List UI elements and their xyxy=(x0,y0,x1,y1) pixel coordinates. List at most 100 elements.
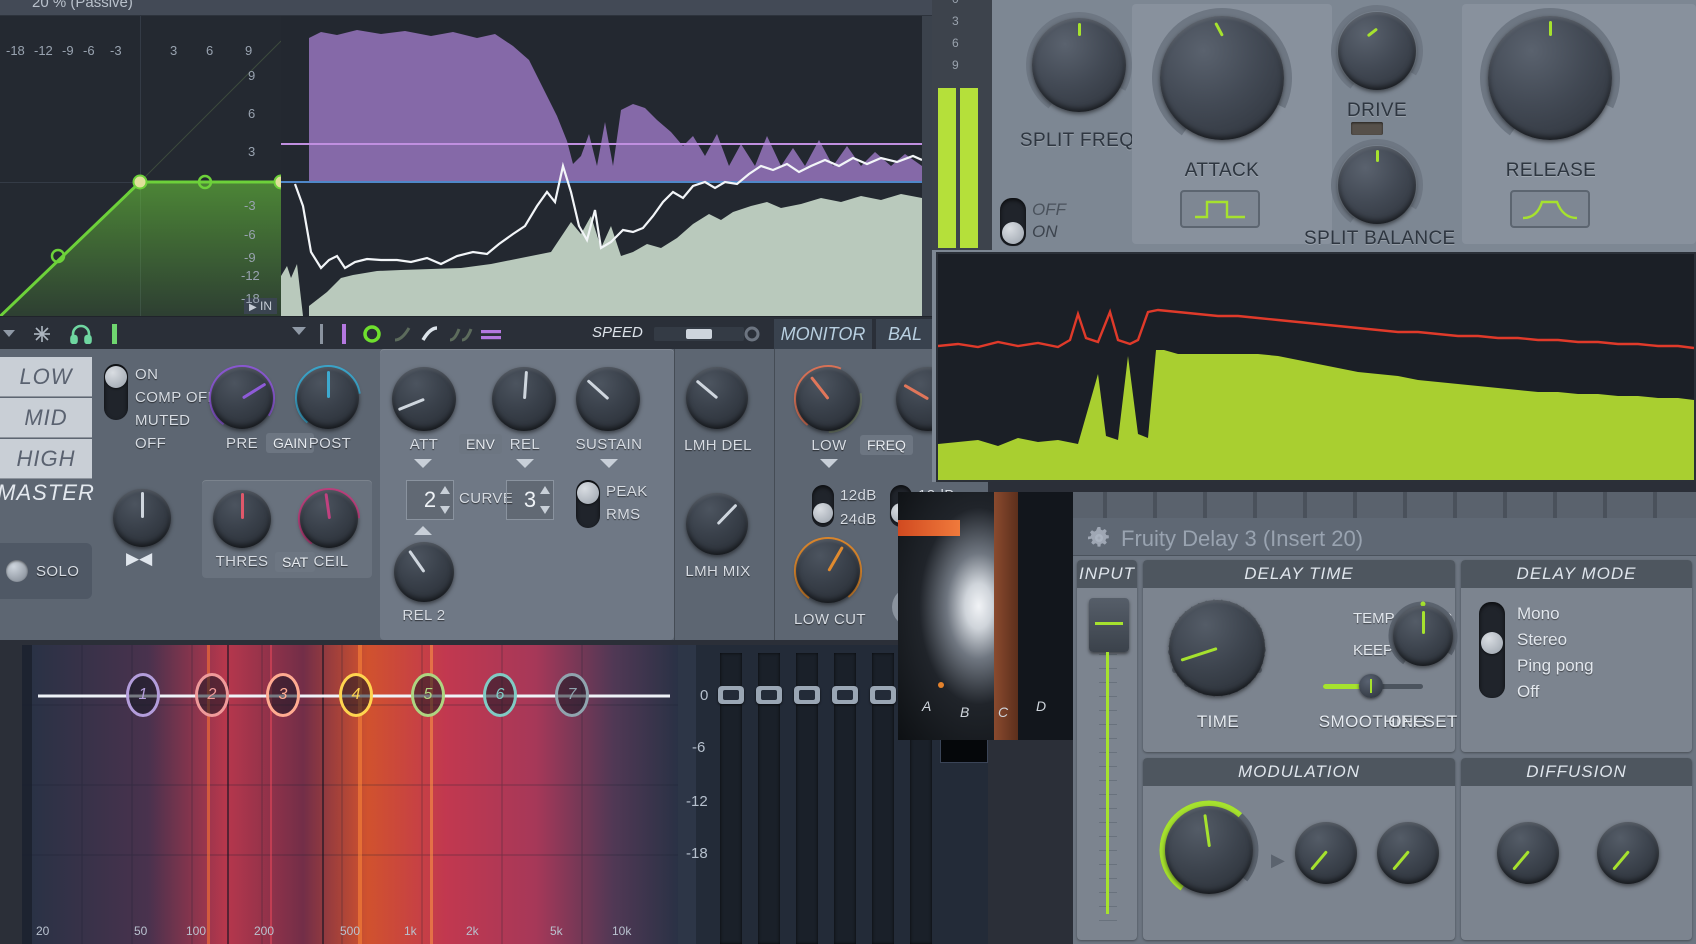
fader-handle[interactable] xyxy=(756,686,782,704)
low-cut-knob[interactable] xyxy=(794,537,862,605)
smoothing-handle[interactable] xyxy=(1359,674,1383,698)
mode-switch[interactable] xyxy=(104,364,128,420)
offset-knob[interactable] xyxy=(1388,601,1458,671)
chevron-down-icon[interactable] xyxy=(290,324,308,343)
waveform-scope[interactable] xyxy=(936,252,1696,482)
attack-knob[interactable] xyxy=(392,367,456,431)
delay-mode-switch[interactable] xyxy=(1479,602,1505,698)
fader-handle[interactable] xyxy=(832,686,858,704)
speed-slider[interactable] xyxy=(654,327,744,341)
rel-curve-stepper[interactable] xyxy=(538,482,552,523)
low-slope-12db[interactable]: 12dB xyxy=(840,487,877,504)
release-big-knob[interactable] xyxy=(1480,8,1620,148)
lmh-del-label: LMH DEL xyxy=(684,437,752,454)
delay-mode-off[interactable]: Off xyxy=(1517,682,1539,702)
band-marker-6[interactable]: 6 xyxy=(483,673,517,717)
band-marker-5[interactable]: 5 xyxy=(411,673,445,717)
sustain-knob[interactable] xyxy=(576,367,640,431)
lines-icon[interactable] xyxy=(480,324,502,349)
split-balance-knob[interactable] xyxy=(1331,139,1423,231)
spectrum-analyzer[interactable]: 1 2 3 4 5 6 7 20 50 100 200 500 1k 2k 5k… xyxy=(22,645,678,944)
low-freq-knob[interactable] xyxy=(794,365,862,433)
fader-handle[interactable] xyxy=(718,686,744,704)
release-label: RELEASE xyxy=(1505,160,1597,181)
freq-button[interactable]: FREQ xyxy=(860,435,913,455)
env-button[interactable]: ENV xyxy=(459,434,502,454)
multiband-titlebar[interactable]: 20 % (Passive) xyxy=(0,0,988,16)
diffusion-knob[interactable] xyxy=(1497,822,1559,884)
split-freq-knob[interactable] xyxy=(1026,12,1132,118)
transfer-curve-graph[interactable]: -18 -12 -9 -6 -3 3 6 9 ▶ IN xyxy=(0,16,281,316)
mode-option-off[interactable]: OFF xyxy=(135,435,166,452)
jog-wheel-deck[interactable]: A B C D xyxy=(898,492,1073,740)
pre-gain-knob[interactable] xyxy=(209,365,275,431)
rel2-knob[interactable] xyxy=(394,542,454,602)
delay-mode-pingpong[interactable]: Ping pong xyxy=(1517,656,1594,676)
low-slope-switch[interactable] xyxy=(812,485,834,527)
tab-monitor-label: MONITOR xyxy=(780,324,866,344)
low-crossover-label: LOW xyxy=(811,437,847,454)
speed-reset-icon[interactable] xyxy=(742,324,762,349)
marker-icon[interactable] xyxy=(342,324,346,344)
release-knob[interactable] xyxy=(492,367,556,431)
power-switch[interactable] xyxy=(1000,198,1026,246)
detect-rms-label[interactable]: RMS xyxy=(606,506,641,523)
delay-mode-mono[interactable]: Mono xyxy=(1517,604,1560,624)
gear-icon[interactable] xyxy=(1087,526,1111,555)
smoothing-slider[interactable] xyxy=(1323,674,1423,698)
diffusion-amount-knob[interactable] xyxy=(1597,822,1659,884)
rel2-expand-icon[interactable] xyxy=(414,526,432,535)
mode-option-on[interactable]: ON xyxy=(135,366,158,383)
modulation-rate-knob[interactable] xyxy=(1295,822,1357,884)
attack-big-knob[interactable] xyxy=(1152,8,1292,148)
drive-knob[interactable] xyxy=(1331,5,1423,97)
analysis-graph[interactable]: -18 -12 -9 -6 -3 3 6 9 ▶ IN 9 6 3 -3 -6 … xyxy=(0,16,922,316)
mode-option-comp-off[interactable]: COMP OFF xyxy=(135,389,217,406)
att-dropdown-icon[interactable] xyxy=(414,459,432,468)
band-marker-4[interactable]: 4 xyxy=(339,673,373,717)
input-fader-handle[interactable] xyxy=(1089,598,1129,652)
square-pulse-icon[interactable] xyxy=(1180,190,1260,228)
sidebar-item-mid[interactable]: MID xyxy=(0,398,92,438)
sidebar-item-low[interactable]: LOW xyxy=(0,357,92,397)
lmh-del-knob[interactable] xyxy=(686,367,748,429)
band-marker-1[interactable]: 1 xyxy=(126,673,160,717)
pan-knob[interactable] xyxy=(113,489,171,547)
time-knob[interactable] xyxy=(1168,599,1266,697)
fader-handle[interactable] xyxy=(794,686,820,704)
fader-handle[interactable] xyxy=(870,686,896,704)
delay-mode-stereo[interactable]: Stereo xyxy=(1517,630,1567,650)
lmh-mix-knob[interactable] xyxy=(686,493,748,555)
chevron-down-icon[interactable] xyxy=(0,324,18,347)
power-on-label[interactable]: ON xyxy=(1032,222,1058,242)
headphone-icon[interactable] xyxy=(70,324,92,349)
curve3-icon[interactable] xyxy=(448,324,476,349)
band-marker-2[interactable]: 2 xyxy=(195,673,229,717)
mode-option-muted[interactable]: MUTED xyxy=(135,412,190,429)
snowflake-icon[interactable] xyxy=(32,324,52,349)
detect-peak-label[interactable]: PEAK xyxy=(606,483,648,500)
rel-dropdown-icon[interactable] xyxy=(516,459,534,468)
ceil-knob[interactable] xyxy=(298,488,360,550)
thres-knob[interactable] xyxy=(213,490,271,548)
modulation-amount-knob[interactable] xyxy=(1159,800,1259,900)
band-marker-3[interactable]: 3 xyxy=(266,673,300,717)
bell-curve-icon[interactable] xyxy=(1510,190,1590,228)
sustain-dropdown-icon[interactable] xyxy=(600,459,618,468)
power-off-label[interactable]: OFF xyxy=(1032,200,1066,220)
circle-icon[interactable] xyxy=(362,324,382,349)
detect-switch[interactable] xyxy=(576,480,600,528)
att-curve-stepper[interactable] xyxy=(438,482,452,523)
waveform-display[interactable] xyxy=(281,16,922,316)
tab-monitor[interactable]: MONITOR xyxy=(774,319,872,350)
low-slope-24db[interactable]: 24dB xyxy=(840,511,877,528)
band-marker-7[interactable]: 7 xyxy=(555,673,589,717)
low-dropdown-icon[interactable] xyxy=(820,459,838,468)
master-label[interactable]: MASTER xyxy=(0,473,94,513)
modulation-depth-knob[interactable] xyxy=(1377,822,1439,884)
post-gain-knob[interactable] xyxy=(295,365,361,431)
solo-button[interactable]: SOLO xyxy=(0,543,92,599)
delay-titlebar[interactable]: Fruity Delay 3 (Insert 20) xyxy=(1073,518,1696,556)
curve2-icon[interactable] xyxy=(420,324,440,349)
curve1-icon[interactable] xyxy=(392,324,412,349)
